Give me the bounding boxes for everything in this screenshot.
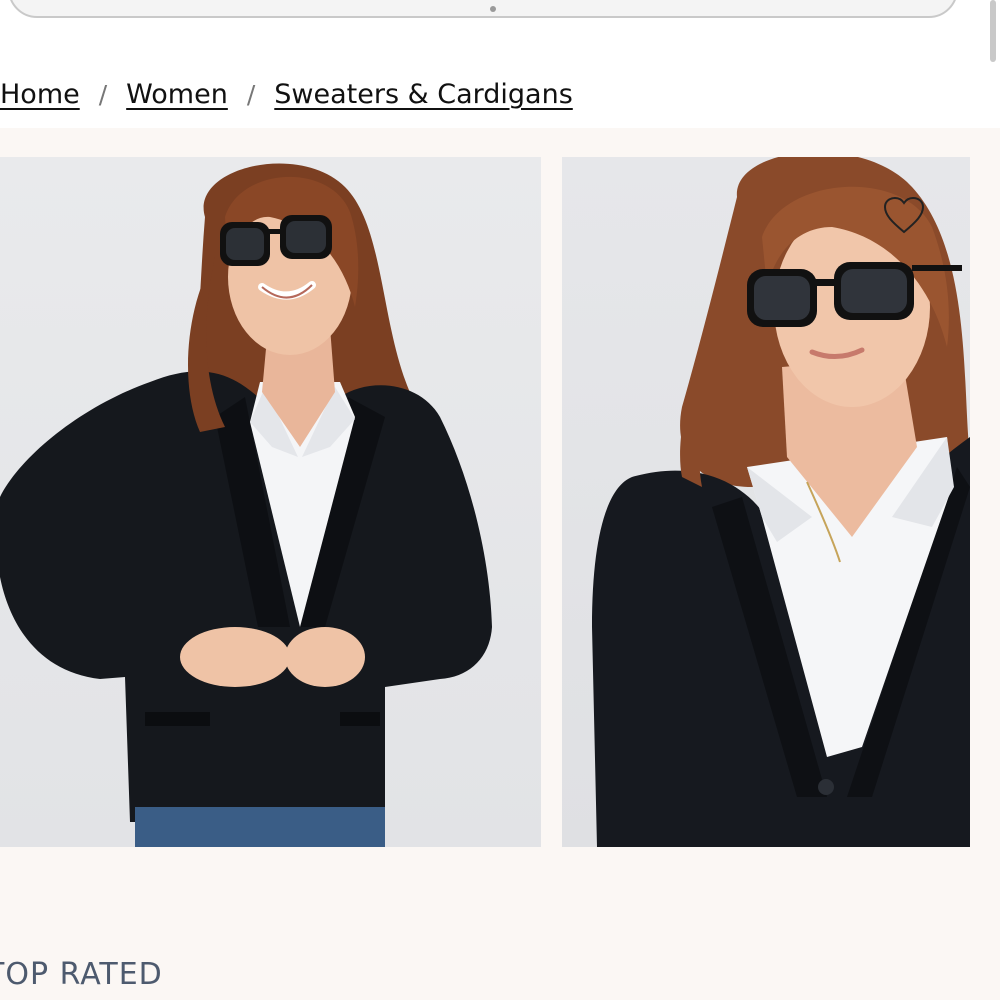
wishlist-heart-icon[interactable] [882, 196, 926, 236]
breadcrumb-women-link[interactable]: Women [126, 79, 228, 110]
product-image-2[interactable] [562, 157, 970, 847]
section-title-top-rated: TOP RATED [0, 957, 163, 992]
breadcrumb-separator: / [98, 79, 108, 109]
breadcrumb-sweaters-cardigans-link[interactable]: Sweaters & Cardigans [274, 79, 573, 110]
model-photo-full-illustration [0, 163, 492, 847]
search-input[interactable] [8, 0, 958, 18]
breadcrumb: Home / Women / Sweaters & Cardigans [0, 74, 573, 114]
breadcrumb-home-link[interactable]: Home [0, 79, 80, 110]
product-image-1[interactable] [0, 157, 541, 847]
model-photo-closeup-illustration [592, 157, 970, 847]
product-page: Home / Women / Sweaters & Cardigans TOP … [0, 0, 1000, 1000]
breadcrumb-separator: / [246, 79, 256, 109]
scrollbar[interactable] [990, 0, 996, 62]
search-cursor-icon [490, 6, 496, 12]
